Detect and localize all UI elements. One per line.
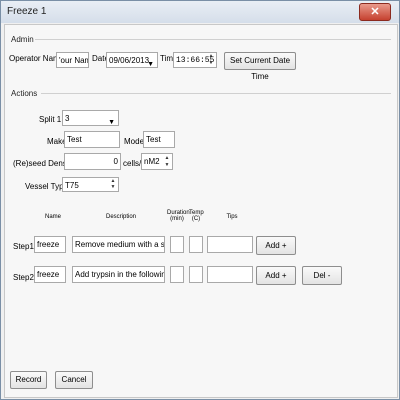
vessel-type-value: T75 bbox=[65, 181, 79, 190]
header-name: Name bbox=[44, 214, 61, 220]
step2-duration-field[interactable] bbox=[170, 266, 184, 283]
header-temp: Temp (C) bbox=[189, 210, 204, 222]
step2-add-button[interactable]: Add + bbox=[256, 266, 296, 285]
reseed-density-field[interactable]: 0 bbox=[64, 153, 121, 170]
chevron-down-icon[interactable]: ▼ bbox=[108, 115, 115, 125]
step1-label: Step1 bbox=[13, 242, 34, 251]
cancel-button[interactable]: Cancel bbox=[55, 371, 93, 389]
step2-label: Step2 bbox=[13, 273, 34, 282]
split-value: 3 bbox=[65, 114, 70, 123]
unit-value: nM2 bbox=[144, 157, 160, 166]
step1-duration-field[interactable] bbox=[170, 236, 184, 253]
step2-name-field[interactable]: freeze bbox=[34, 266, 66, 283]
time-spinner[interactable]: ▲ ▼ bbox=[207, 53, 215, 67]
header-tips: Tips bbox=[226, 214, 238, 220]
window-title: Freeze 1 bbox=[7, 6, 47, 17]
split-label: Split 1: bbox=[39, 115, 64, 124]
unit-spinner[interactable]: ▲ ▼ bbox=[163, 155, 171, 169]
date-picker[interactable]: 09/06/2013 ▼ bbox=[106, 52, 158, 68]
admin-group-label: Admin bbox=[11, 35, 34, 44]
unit-field[interactable]: nM2 ▲ ▼ bbox=[141, 153, 173, 170]
vessel-type-field[interactable]: T75 ▲ ▼ bbox=[62, 177, 119, 192]
step1-add-button[interactable]: Add + bbox=[256, 236, 296, 255]
header-duration: Duration (min) bbox=[167, 210, 190, 222]
actions-divider bbox=[41, 93, 391, 94]
title-bar[interactable]: Freeze 1 ✕ bbox=[1, 1, 399, 23]
step1-tips-field[interactable] bbox=[207, 236, 253, 253]
make-field[interactable]: Test bbox=[64, 131, 120, 148]
chevron-down-icon[interactable]: ▼ bbox=[147, 57, 154, 67]
step2-delete-button[interactable]: Del - bbox=[302, 266, 342, 285]
cells-label: cells/ bbox=[123, 159, 142, 168]
operator-name-field[interactable]: 'our Name bbox=[56, 52, 89, 68]
set-current-datetime-button[interactable]: Set Current Date Time bbox=[224, 52, 296, 81]
step2-temp-field[interactable] bbox=[189, 266, 203, 283]
vessel-type-spinner[interactable]: ▲ ▼ bbox=[109, 178, 117, 191]
split-select[interactable]: 3 ▼ bbox=[62, 110, 119, 126]
actions-group-label: Actions bbox=[11, 89, 38, 98]
date-value: 09/06/2013 bbox=[109, 56, 150, 65]
close-button[interactable]: ✕ bbox=[359, 3, 391, 21]
step1-description-field[interactable]: Remove medium with a stripette bbox=[72, 236, 165, 253]
step1-temp-field[interactable] bbox=[189, 236, 203, 253]
step2-description-field[interactable]: Add trypsin in the following volum bbox=[72, 266, 165, 283]
close-icon: ✕ bbox=[370, 6, 380, 18]
admin-divider bbox=[35, 39, 391, 40]
step1-name-field[interactable]: freeze bbox=[34, 236, 66, 253]
model-field[interactable]: Test bbox=[143, 131, 175, 148]
step2-tips-field[interactable] bbox=[207, 266, 253, 283]
freeze-window: Freeze 1 ✕ Admin Operator Name 'our Name… bbox=[0, 0, 400, 400]
dialog-content: Admin Operator Name 'our Name Date 09/06… bbox=[4, 24, 398, 398]
time-field[interactable]: 13:66:55 ▲ ▼ bbox=[173, 52, 217, 68]
header-description: Description bbox=[105, 214, 136, 220]
record-button[interactable]: Record bbox=[10, 371, 47, 389]
